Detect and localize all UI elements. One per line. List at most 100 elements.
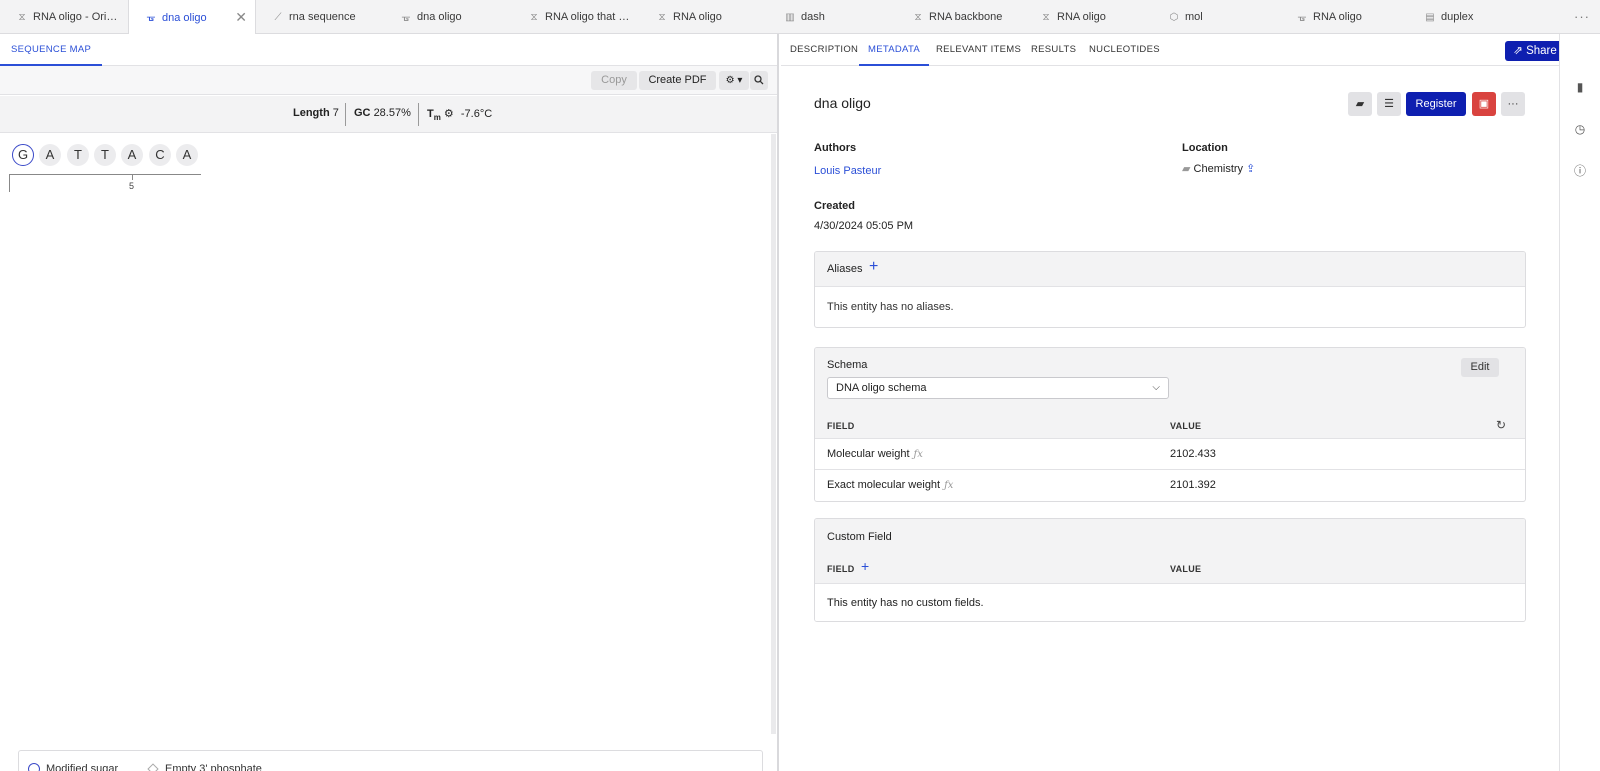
gc-stat: GC 28.57% xyxy=(354,107,411,119)
move-folder-button[interactable]: ▰ xyxy=(1348,92,1372,116)
created-label: Created xyxy=(814,200,855,212)
tab-rna-oligo-that[interactable]: ⧖ RNA oligo that yo... xyxy=(512,0,640,34)
author-link[interactable]: Louis Pasteur xyxy=(814,165,881,177)
table-row: Molecular weight ƒx 2102.433 xyxy=(815,438,1525,469)
tab-nucleotides[interactable]: NUCLEOTIDES xyxy=(1080,34,1169,66)
oligo-icon: ⧖ xyxy=(914,11,922,23)
nucleotide-6[interactable]: C xyxy=(149,144,171,166)
tm-value: -7.6°C xyxy=(460,108,493,120)
nucleotide-2[interactable]: A xyxy=(39,144,61,166)
schema-select-value: DNA oligo schema xyxy=(836,382,927,394)
schema-select[interactable]: DNA oligo schema ⌵ xyxy=(827,377,1169,399)
tab-dna-oligo[interactable]: ᚗ dna oligo xyxy=(384,0,512,34)
length-label: Length xyxy=(293,107,330,119)
table-row: Exact molecular weight ƒx 2101.392 xyxy=(815,469,1525,500)
sequence-legend: Modified sugar Empty 3' phosphate xyxy=(18,750,763,771)
nucleotide-3[interactable]: T xyxy=(67,144,89,166)
field-name: Molecular weight ƒx xyxy=(827,448,923,460)
sequence-map-panel: SEQUENCE MAP Copy Create PDF ⚙ ▾ Length … xyxy=(0,34,779,771)
location-label: Location xyxy=(1182,142,1228,154)
field-column-header: FIELD xyxy=(827,564,855,574)
tab-label: RNA oligo xyxy=(1057,11,1106,23)
location-value[interactable]: ▰ Chemistry ⇪ xyxy=(1182,162,1255,175)
refresh-icon[interactable]: ↻ xyxy=(1496,418,1506,432)
entity-tabs: DESCRIPTION METADATA RELEVANT ITEMS RESU… xyxy=(781,34,1591,66)
tab-rna-oligo-2[interactable]: ⧖ RNA oligo xyxy=(1024,0,1152,34)
left-panel-header: SEQUENCE MAP xyxy=(0,34,777,66)
share-button[interactable]: ⇗ Share xyxy=(1505,41,1565,61)
tab-label: rna sequence xyxy=(289,11,356,23)
custom-fields-title: Custom Field xyxy=(827,531,892,543)
molecule-icon: ⬡ xyxy=(1169,11,1179,23)
value-column-header: VALUE xyxy=(1170,564,1202,574)
oligo-icon: ⧖ xyxy=(18,11,26,23)
tab-results[interactable]: RESULTS xyxy=(1022,34,1085,66)
aliases-title: Aliases xyxy=(827,263,863,275)
tab-label: RNA oligo xyxy=(673,11,722,23)
gear-icon[interactable]: ⚙ xyxy=(444,108,454,120)
tab-description[interactable]: DESCRIPTION xyxy=(781,34,867,66)
custom-fields-card: Custom Field FIELD + VALUE This entity h… xyxy=(814,518,1526,622)
gear-icon: ⚙ xyxy=(725,75,735,86)
archive-icon: ▣ xyxy=(1478,98,1490,110)
tab-mol[interactable]: ⬡ mol xyxy=(1152,0,1280,34)
nucleotide-7[interactable]: A xyxy=(176,144,198,166)
field-label: Molecular weight xyxy=(827,448,910,460)
chart-icon: ▥ xyxy=(785,11,795,23)
adjust-button[interactable]: ☰ xyxy=(1377,92,1401,116)
created-value: 4/30/2024 05:05 PM xyxy=(814,220,914,232)
tab-dash[interactable]: ▥ dash xyxy=(768,0,896,34)
edit-schema-button[interactable]: Edit xyxy=(1461,358,1499,377)
share-label: Share xyxy=(1526,45,1557,57)
tm-subscript: m xyxy=(433,113,441,123)
tab-label: RNA oligo xyxy=(1313,11,1362,23)
sequence-stats-bar: Length 7 GC 28.57% Tm ⚙ -7.6°C xyxy=(0,96,777,133)
tab-label: RNA oligo that yo... xyxy=(545,11,632,23)
settings-dropdown-button[interactable]: ⚙ ▾ xyxy=(719,71,749,90)
nucleotide-4[interactable]: T xyxy=(94,144,116,166)
info-icon[interactable]: ⓘ xyxy=(1573,164,1587,178)
archive-button[interactable]: ▣ xyxy=(1472,92,1496,116)
add-field-icon[interactable]: + xyxy=(861,558,869,574)
add-alias-icon[interactable]: + xyxy=(869,258,878,276)
search-button[interactable] xyxy=(750,71,768,90)
aliases-header: Aliases + xyxy=(815,252,1525,287)
divider xyxy=(345,103,346,126)
nucleotide-5[interactable]: A xyxy=(121,144,143,166)
sequence-canvas[interactable]: G A T T A C A 5 xyxy=(0,134,770,724)
tab-rna-oligo-3[interactable]: ᚗ RNA oligo xyxy=(1280,0,1408,34)
side-rail: ▮ ◷ ⓘ xyxy=(1559,34,1600,771)
field-name: Exact molecular weight ƒx xyxy=(827,479,953,491)
caret-down-icon: ▾ xyxy=(737,75,743,86)
tab-metadata[interactable]: METADATA xyxy=(859,34,930,66)
legend-empty-phosphate: Empty 3' phosphate xyxy=(147,763,262,771)
history-icon[interactable]: ◷ xyxy=(1573,122,1587,136)
value-column-header: VALUE xyxy=(1170,421,1202,431)
tab-rna-oligo-original[interactable]: ⧖ RNA oligo - Origi... xyxy=(0,0,128,34)
field-value: 2102.433 xyxy=(1170,448,1216,460)
tab-sequence-map[interactable]: SEQUENCE MAP xyxy=(0,34,103,66)
tab-rna-oligo[interactable]: ⧖ RNA oligo xyxy=(640,0,768,34)
close-icon[interactable]: ✕ xyxy=(235,9,247,26)
tab-rna-sequence[interactable]: ⟋ rna sequence xyxy=(256,0,384,34)
tab-dna-oligo-active[interactable]: ᚗ dna oligo ✕ xyxy=(128,0,256,35)
tab-relevant-items[interactable]: RELEVANT ITEMS xyxy=(927,34,1030,66)
oligo-icon: ⧖ xyxy=(658,11,666,23)
ellipsis-icon: ··· xyxy=(1507,98,1519,110)
register-button[interactable]: Register xyxy=(1406,92,1466,116)
copy-button[interactable]: Copy xyxy=(591,71,637,90)
bookmark-icon[interactable]: ▮ xyxy=(1573,80,1587,94)
tm-stat: Tm ⚙ -7.6°C xyxy=(427,107,492,122)
oligo-icon: ⧖ xyxy=(530,11,538,23)
search-icon xyxy=(754,75,764,85)
custom-fields-empty-text: This entity has no custom fields. xyxy=(827,597,984,609)
more-actions-button[interactable]: ··· xyxy=(1501,92,1525,116)
tab-duplex[interactable]: ▤ duplex xyxy=(1408,0,1536,34)
tab-rna-backbone[interactable]: ⧖ RNA backbone xyxy=(896,0,1024,34)
tab-bar: ⧖ RNA oligo - Origi... ᚗ dna oligo ✕ ⟋ rna s… xyxy=(0,0,1600,35)
vertical-scrollbar[interactable] xyxy=(771,134,776,734)
upload-icon[interactable]: ⇪ xyxy=(1246,163,1255,175)
create-pdf-button[interactable]: Create PDF xyxy=(639,71,716,90)
more-tabs-icon[interactable]: ··· xyxy=(1574,9,1590,24)
nucleotide-1[interactable]: G xyxy=(12,144,34,166)
